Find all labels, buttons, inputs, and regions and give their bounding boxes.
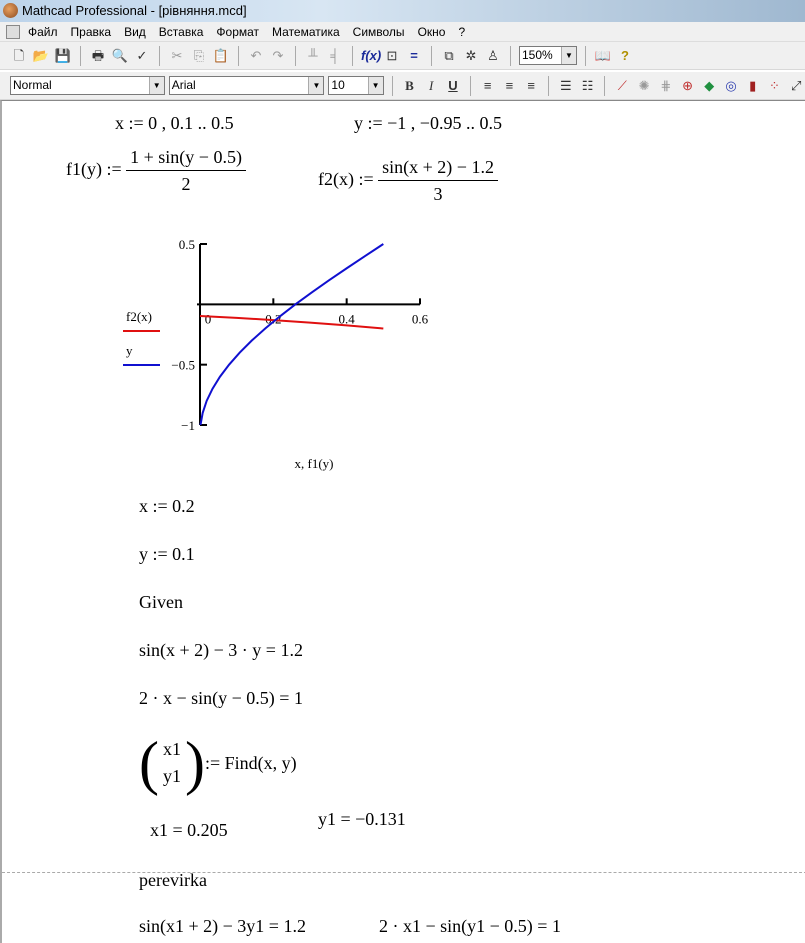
menu-math[interactable]: Математика: [272, 22, 340, 41]
font-size-value: 10: [331, 78, 345, 92]
vector-x1: x1: [162, 739, 181, 759]
guess-y[interactable]: y := 0.1: [139, 544, 195, 565]
align-down-icon[interactable]: ╡: [326, 47, 344, 65]
bold-button[interactable]: B: [401, 77, 419, 95]
y-tick-label: 0.5: [179, 237, 195, 252]
polar-plot-icon[interactable]: ✺: [635, 77, 653, 95]
cut-icon[interactable]: ✂: [168, 47, 186, 65]
standard-toolbar: 🗋 📂 💾 🖶 🔍 ✓ ✂ ⎘ 📋 ↶ ↷ ╨ ╡ f(x) ⊡ = ⧉ ✲ ♙ 150% ▼ 📖?: [0, 42, 805, 70]
function-icon[interactable]: f(x): [361, 47, 381, 65]
menu-edit[interactable]: Правка: [71, 22, 112, 41]
new-icon[interactable]: 🗋: [10, 47, 28, 65]
result-y1[interactable]: y1 = −0.131: [318, 809, 406, 830]
paste-icon[interactable]: 📋: [212, 47, 230, 65]
surface-plot-icon[interactable]: ⋕: [657, 77, 675, 95]
style-value: Normal: [13, 78, 52, 92]
font-select[interactable]: Arial ▼: [168, 76, 325, 95]
copy-icon[interactable]: ⎘: [190, 47, 208, 65]
spellcheck-icon[interactable]: ✓: [133, 47, 151, 65]
y-tick-label: −1: [181, 418, 195, 433]
menu-window[interactable]: Окно: [418, 22, 446, 41]
open-icon[interactable]: 📂: [32, 47, 50, 65]
xy-plot-icon[interactable]: ⟋: [613, 77, 631, 95]
x-tick-label: 0.6: [412, 311, 429, 326]
chevron-down-icon[interactable]: ▼: [561, 47, 576, 64]
menu-bar: Файл Правка Вид Вставка Формат Математик…: [0, 22, 805, 42]
given-keyword[interactable]: Given: [139, 592, 183, 613]
legend-label: y: [126, 343, 133, 358]
menu-insert[interactable]: Вставка: [159, 22, 204, 41]
xy-plot[interactable]: 0 0.2 0.4 0.60.5−0.5−1f2(x)yx, f1(y): [2, 101, 805, 481]
result-x1[interactable]: x1 = 0.205: [150, 820, 228, 841]
3d-plot-icon[interactable]: ◆: [700, 77, 718, 95]
help-icon[interactable]: ?: [616, 47, 634, 65]
zoom-select[interactable]: 150% ▼: [519, 46, 577, 65]
align-right-icon[interactable]: ≡: [522, 77, 540, 95]
bar-plot-icon[interactable]: ▮: [744, 77, 762, 95]
page-break: [2, 872, 805, 873]
find-call: := Find(x, y): [204, 752, 297, 773]
font-value: Arial: [171, 78, 196, 92]
equation-1[interactable]: sin(x + 2) − 3 · y = 1.2: [139, 640, 303, 661]
y-tick-label: −0.5: [171, 358, 195, 373]
legend-label: f2(x): [126, 309, 152, 324]
menu-file[interactable]: Файл: [28, 22, 58, 41]
bullets-icon[interactable]: ☰: [557, 77, 575, 95]
units-icon[interactable]: ⊡: [383, 47, 401, 65]
menu-format[interactable]: Формат: [216, 22, 259, 41]
align-across-icon[interactable]: ╨: [304, 47, 322, 65]
check-label[interactable]: perevirka: [139, 870, 207, 891]
x-axis-label: x, f1(y): [295, 456, 334, 471]
resource-center-icon[interactable]: 📖: [594, 47, 612, 65]
worksheet[interactable]: x := 0 , 0.1 .. 0.5 y := −1 , −0.95 .. 0…: [0, 100, 805, 943]
chevron-down-icon[interactable]: ▼: [308, 77, 324, 94]
formatting-toolbar: Normal ▼ Arial ▼ 10 ▼ B I U ≡ ≡ ≡ ☰ ☷ ⟋ ✺ ⋕ ⊕ ◆ ◎ ▮ ⁘…: [0, 72, 805, 100]
font-size-select[interactable]: 10 ▼: [328, 76, 384, 95]
menu-help[interactable]: ?: [458, 22, 465, 41]
series-line-f2x: [199, 315, 384, 330]
align-center-icon[interactable]: ≡: [501, 77, 519, 95]
check-2[interactable]: 2 · x1 − sin(y1 − 0.5) = 1: [379, 916, 561, 937]
print-icon[interactable]: 🖶: [89, 47, 107, 65]
redo-icon[interactable]: ↷: [269, 47, 287, 65]
run-icon[interactable]: ♙: [484, 47, 502, 65]
style-select[interactable]: Normal ▼: [10, 76, 165, 95]
underline-button[interactable]: U: [444, 77, 462, 95]
undo-icon[interactable]: ↶: [247, 47, 265, 65]
guess-x[interactable]: x := 0.2: [139, 496, 195, 517]
component-icon[interactable]: ✲: [462, 47, 480, 65]
chevron-down-icon[interactable]: ▼: [367, 77, 383, 94]
preview-icon[interactable]: 🔍: [111, 47, 129, 65]
document-icon[interactable]: [6, 25, 20, 39]
calculate-icon[interactable]: =: [405, 47, 423, 65]
menu-view[interactable]: Вид: [124, 22, 146, 41]
find-expression[interactable]: (x1 y1):= Find(x, y): [139, 733, 297, 793]
window-title: Mathcad Professional - [рівняння.mcd]: [22, 3, 247, 18]
vector-field-icon[interactable]: ⤢: [787, 77, 805, 95]
title-bar: Mathcad Professional - [рівняння.mcd]: [0, 0, 805, 22]
equation-2[interactable]: 2 · x − sin(y − 0.5) = 1: [139, 688, 303, 709]
italic-button[interactable]: I: [422, 77, 440, 95]
contour-icon[interactable]: ⊕: [679, 77, 697, 95]
scatter-plot-icon[interactable]: ⁘: [766, 77, 784, 95]
series-line-y: [199, 243, 384, 426]
menu-symbols[interactable]: Символы: [353, 22, 405, 41]
align-left-icon[interactable]: ≡: [479, 77, 497, 95]
chevron-down-icon[interactable]: ▼: [148, 77, 164, 94]
save-icon[interactable]: 💾: [54, 47, 72, 65]
insert-hyperlink-icon[interactable]: ⧉: [440, 47, 458, 65]
contour-plot-icon[interactable]: ◎: [722, 77, 740, 95]
app-icon: [3, 3, 18, 18]
x-tick-label: 0: [205, 311, 212, 326]
zoom-value: 150%: [522, 48, 553, 62]
vector-y1: y1: [162, 766, 181, 786]
check-1[interactable]: sin(x1 + 2) − 3y1 = 1.2: [139, 916, 306, 937]
numbering-icon[interactable]: ☷: [579, 77, 597, 95]
